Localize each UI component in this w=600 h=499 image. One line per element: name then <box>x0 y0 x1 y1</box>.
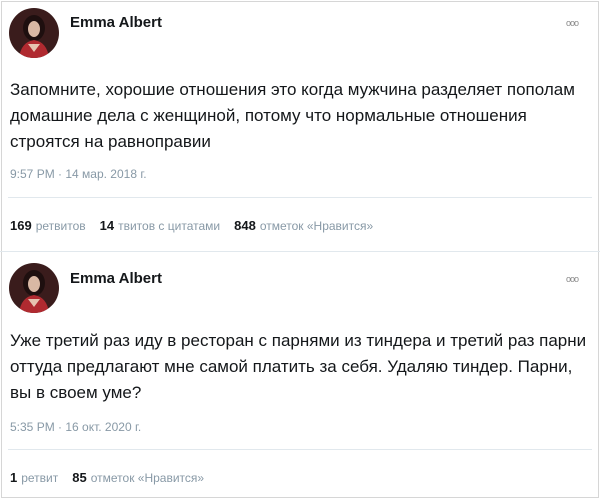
likes-count: 85 <box>72 470 87 485</box>
retweets-count: 169 <box>10 218 32 233</box>
more-options-icon[interactable]: ooo <box>566 274 579 284</box>
author-name[interactable]: Emma Albert <box>70 14 162 31</box>
likes-label: отметок «Нравится» <box>90 471 205 485</box>
retweets-stat[interactable]: 1 ретвит <box>10 470 58 485</box>
retweets-label: ретвит <box>21 471 59 485</box>
quote-tweets-stat[interactable]: 14 твитов с цитатами <box>100 218 220 233</box>
likes-count: 848 <box>234 218 256 233</box>
quote-tweets-count: 14 <box>99 218 115 233</box>
tweet-timestamp[interactable]: 5:35 PM · 16 окт. 2020 г. <box>10 420 141 434</box>
tweet-stats: 1 ретвит 85 отметок «Нравится» <box>10 470 204 485</box>
likes-label: отметок «Нравится» <box>259 219 374 233</box>
likes-stat[interactable]: 848 отметок «Нравится» <box>234 218 373 233</box>
tweet-text: Уже третий раз иду в ресторан с парнями … <box>10 331 587 402</box>
tweet-separator <box>0 251 600 252</box>
avatar[interactable] <box>9 8 59 58</box>
retweets-count: 1 <box>10 470 18 485</box>
retweets-stat[interactable]: 169 ретвитов <box>10 218 86 233</box>
retweets-label: ретвитов <box>35 219 86 233</box>
tweet-timestamp[interactable]: 9:57 PM · 14 мар. 2018 г. <box>10 167 147 181</box>
tweet-text: Запомните, хорошие отношения это когда м… <box>10 80 575 151</box>
divider <box>8 197 592 198</box>
likes-stat[interactable]: 85 отметок «Нравится» <box>72 470 204 485</box>
author-name[interactable]: Emma Albert <box>70 270 162 287</box>
divider <box>8 449 592 450</box>
more-options-icon[interactable]: ooo <box>566 18 579 28</box>
quote-tweets-label: твитов с цитатами <box>118 219 221 233</box>
avatar[interactable] <box>9 263 59 313</box>
tweet-stats: 169 ретвитов 14 твитов с цитатами 848 отмет… <box>10 218 373 233</box>
